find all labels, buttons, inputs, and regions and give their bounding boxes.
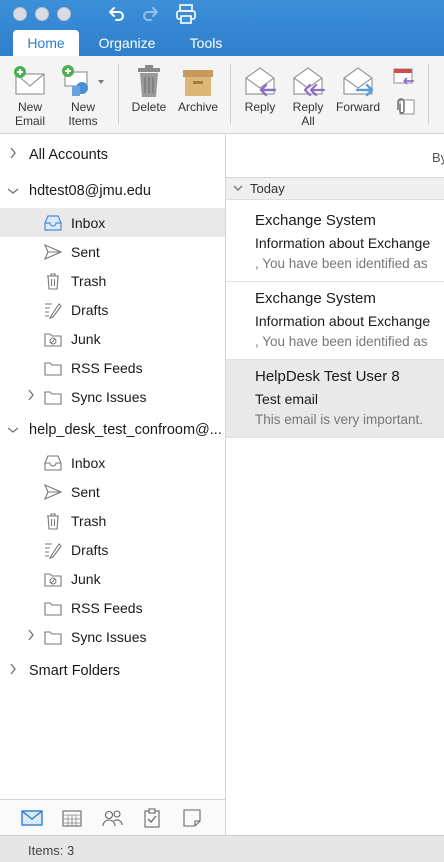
- title-bar: Home Organize Tools: [0, 0, 444, 56]
- delete-button[interactable]: Delete: [126, 62, 172, 114]
- folder-icon: [43, 358, 63, 378]
- redo-icon[interactable]: [141, 4, 161, 27]
- chevron-right-icon[interactable]: [27, 629, 35, 644]
- folder-sync-issues[interactable]: Sync Issues: [0, 622, 225, 651]
- trash-icon: [126, 62, 172, 100]
- message-sender: HelpDesk Test User 8: [255, 368, 400, 385]
- message-row[interactable]: Exchange System Information about Exchan…: [226, 204, 444, 282]
- folder-pane: All Accounts hdtest08@jmu.edu Inbox Sent…: [0, 134, 226, 799]
- folder-icon: [43, 627, 63, 647]
- junk-icon: [43, 569, 63, 589]
- folder-sync-issues[interactable]: Sync Issues: [0, 382, 225, 411]
- ribbon: New Email New Items Delete Archive Reply…: [0, 56, 444, 134]
- tab-home[interactable]: Home: [13, 30, 79, 56]
- ribbon-separator: [118, 64, 119, 124]
- group-header-today[interactable]: Today: [226, 178, 444, 200]
- archive-box-icon: [174, 62, 222, 100]
- item-count: Items: 3: [28, 843, 75, 858]
- smart-folders-item[interactable]: Smart Folders: [0, 656, 225, 685]
- meeting-calendar-icon: [390, 66, 418, 93]
- reply-button[interactable]: Reply: [238, 62, 282, 114]
- forward-icon: [334, 62, 382, 100]
- reply-all-button[interactable]: Reply All: [286, 62, 330, 128]
- tasks-clipboard-icon[interactable]: [141, 807, 163, 829]
- zoom-window-button[interactable]: [57, 7, 71, 21]
- tab-organize[interactable]: Organize: [90, 30, 164, 56]
- folder-inbox[interactable]: Inbox: [0, 448, 225, 477]
- message-subject: Information about Exchange: [255, 313, 431, 329]
- tab-tools[interactable]: Tools: [181, 30, 231, 56]
- account-help-desk-test-confroom[interactable]: help_desk_test_confroom@...: [0, 415, 225, 444]
- notes-icon[interactable]: [181, 807, 203, 829]
- drafts-pencil-icon: [43, 300, 63, 320]
- folder-trash[interactable]: Trash: [0, 506, 225, 535]
- folder-rss-feeds[interactable]: RSS Feeds: [0, 353, 225, 382]
- drafts-pencil-icon: [43, 540, 63, 560]
- sent-icon: [43, 482, 63, 502]
- status-bar: Items: 3: [0, 835, 444, 862]
- chevron-right-icon[interactable]: [9, 663, 17, 678]
- calendar-icon[interactable]: [61, 807, 83, 829]
- folder-junk[interactable]: Junk: [0, 324, 225, 353]
- folder-sent[interactable]: Sent: [0, 477, 225, 506]
- chevron-right-icon[interactable]: [27, 389, 35, 404]
- folder-trash[interactable]: Trash: [0, 266, 225, 295]
- message-subject: Test email: [255, 391, 319, 407]
- chevron-right-icon[interactable]: [9, 147, 17, 162]
- meeting-button[interactable]: [390, 66, 418, 93]
- message-subject: Information about Exchange: [255, 235, 431, 251]
- attachment-button[interactable]: [390, 96, 418, 123]
- message-row[interactable]: HelpDesk Test User 8 Test email This ema…: [226, 360, 444, 438]
- trash-icon: [43, 511, 63, 531]
- folder-sent[interactable]: Sent: [0, 237, 225, 266]
- undo-icon[interactable]: [106, 4, 126, 27]
- sort-by-label[interactable]: By: [432, 150, 444, 165]
- message-preview: , You have been identified as: [255, 334, 428, 349]
- chevron-down-icon[interactable]: [233, 178, 243, 200]
- message-row[interactable]: Exchange System Information about Exchan…: [226, 282, 444, 360]
- inbox-icon: [43, 453, 63, 473]
- folder-icon: [43, 598, 63, 618]
- message-sender: Exchange System: [255, 212, 376, 229]
- archive-button[interactable]: Archive: [174, 62, 222, 114]
- junk-icon: [43, 329, 63, 349]
- ribbon-separator: [230, 64, 231, 124]
- new-items-button[interactable]: New Items: [58, 62, 108, 128]
- new-email-button[interactable]: New Email: [8, 62, 52, 128]
- sent-icon: [43, 242, 63, 262]
- inbox-icon: [43, 213, 63, 233]
- all-accounts-item[interactable]: All Accounts: [0, 140, 225, 169]
- close-window-button[interactable]: [13, 7, 27, 21]
- message-preview: This email is very important.: [255, 412, 424, 427]
- folder-drafts[interactable]: Drafts: [0, 535, 225, 564]
- paperclip-icon: [390, 96, 418, 123]
- ribbon-separator: [428, 64, 429, 124]
- sort-bar: By: [226, 134, 444, 178]
- new-items-icon: [58, 62, 108, 100]
- trash-icon: [43, 271, 63, 291]
- folder-drafts[interactable]: Drafts: [0, 295, 225, 324]
- folder-inbox[interactable]: Inbox: [0, 208, 225, 237]
- message-sender: Exchange System: [255, 290, 376, 307]
- message-preview: , You have been identified as: [255, 256, 428, 271]
- minimize-window-button[interactable]: [35, 7, 49, 21]
- message-list: By Today Exchange System Information abo…: [226, 134, 444, 835]
- module-switcher: [0, 799, 226, 835]
- folder-rss-feeds[interactable]: RSS Feeds: [0, 593, 225, 622]
- print-icon[interactable]: [175, 4, 197, 29]
- reply-icon: [238, 62, 282, 100]
- reply-all-icon: [286, 62, 330, 100]
- people-icon[interactable]: [101, 807, 123, 829]
- chevron-down-icon[interactable]: [7, 423, 19, 437]
- chevron-down-icon[interactable]: [7, 184, 19, 198]
- forward-button[interactable]: Forward: [334, 62, 382, 114]
- folder-icon: [43, 387, 63, 407]
- folder-junk[interactable]: Junk: [0, 564, 225, 593]
- mail-icon[interactable]: [21, 807, 43, 829]
- new-email-icon: [8, 62, 52, 100]
- account-hdtest08[interactable]: hdtest08@jmu.edu: [0, 176, 225, 205]
